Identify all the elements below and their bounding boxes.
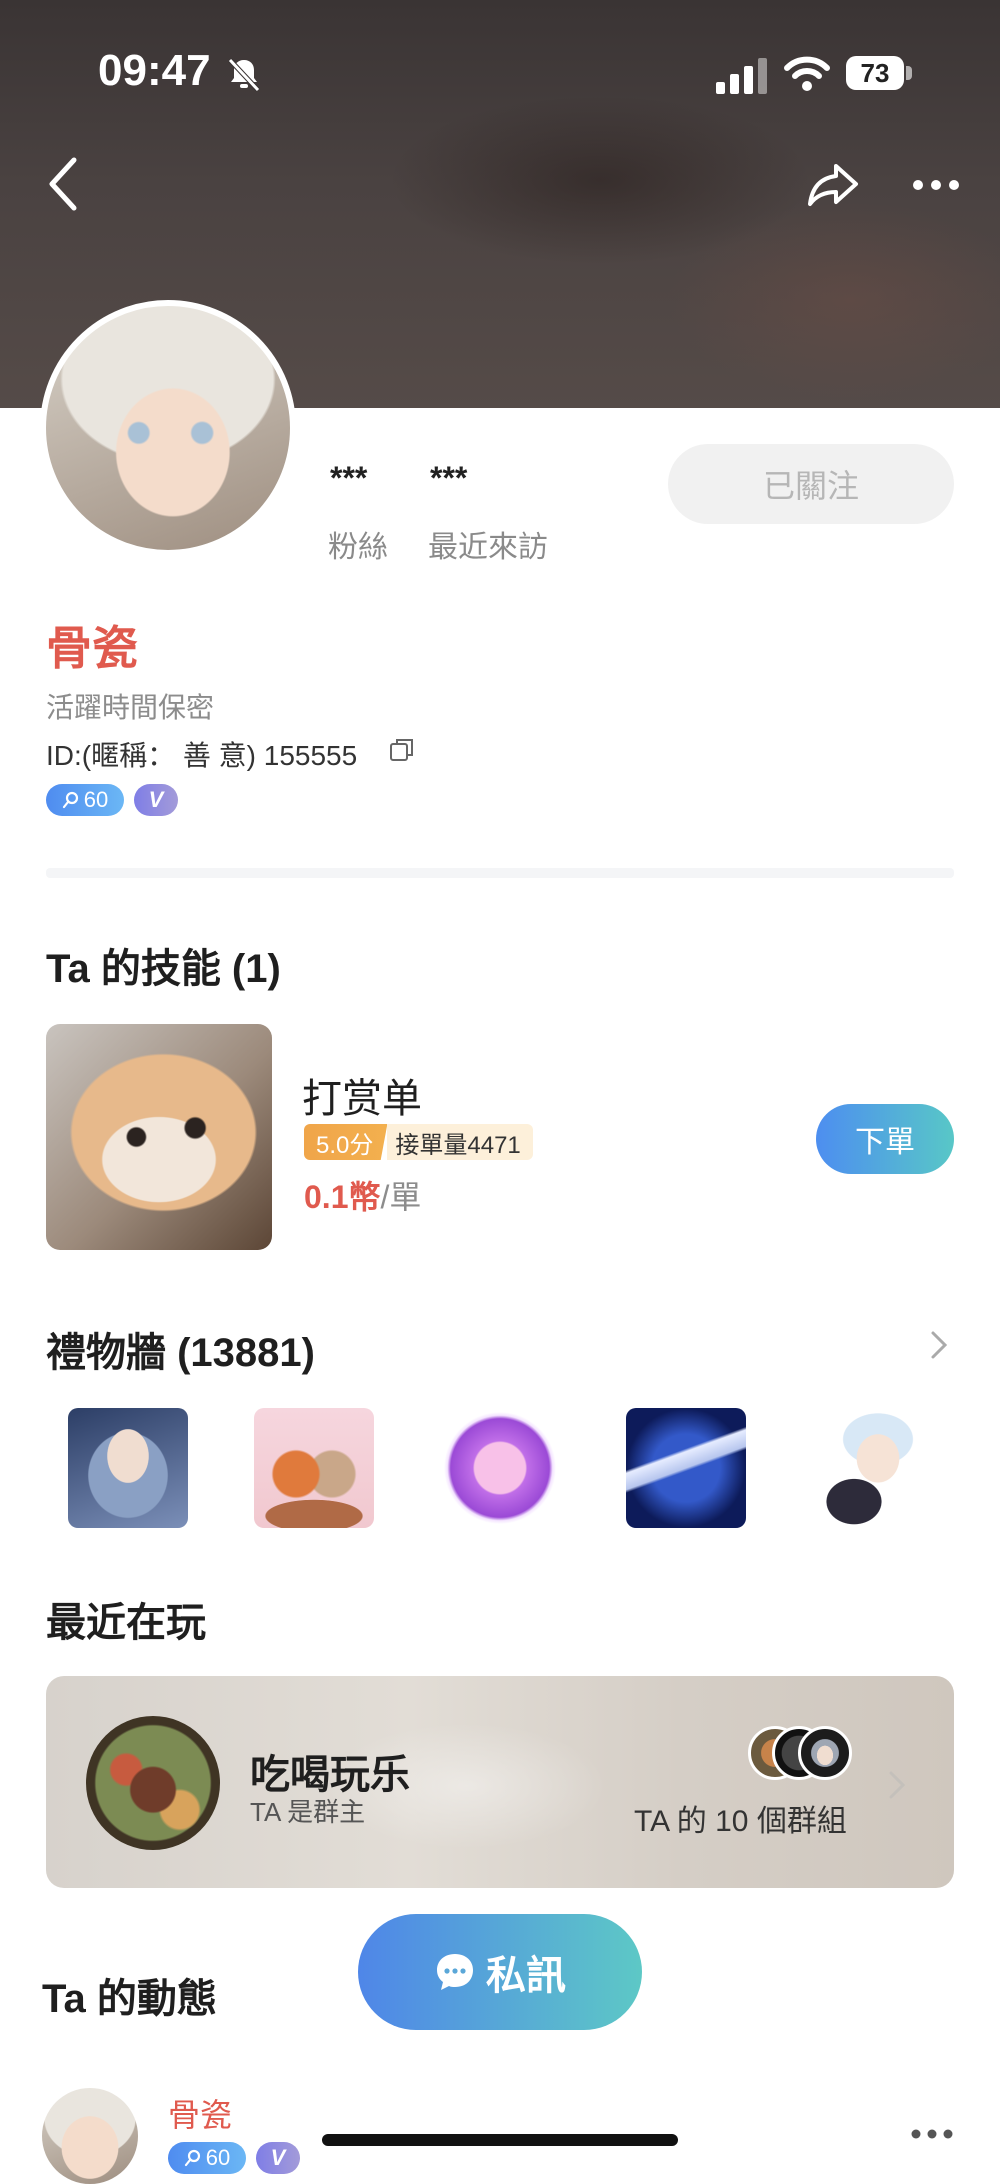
profile-avatar[interactable] [40, 300, 296, 556]
post-level-value: 60 [205, 2145, 231, 2170]
post-author-name[interactable]: 骨瓷 [168, 2090, 232, 2136]
private-message-label: 私訊 [486, 1954, 566, 1998]
signal-icon [716, 58, 767, 94]
level-icon [62, 791, 78, 809]
post-verified-badge: V [256, 2142, 300, 2174]
gift-item[interactable] [626, 1408, 746, 1528]
visits-count: *** [430, 460, 468, 496]
user-id: ID:(暱稱： 善 意) 155555 [46, 740, 358, 771]
group-avatar [798, 1726, 852, 1780]
post-more-icon[interactable] [910, 2124, 954, 2144]
price-unit: /單 [380, 1179, 422, 1215]
group-count: TA 的 10 個群組 [634, 1805, 847, 1838]
battery-tip [906, 66, 912, 80]
gift-wall-title[interactable]: 禮物牆 (13881) [46, 1320, 315, 1378]
chevron-right-icon[interactable] [928, 1328, 950, 1362]
level-badge: 60 [46, 784, 124, 816]
game-role: TA 是群主 [250, 1797, 366, 1827]
skill-image[interactable] [46, 1024, 272, 1250]
price-value: 0.1幣 [304, 1179, 381, 1215]
skill-price: 0.1幣/單 [304, 1172, 421, 1218]
visits-label[interactable]: 最近來訪 [428, 522, 548, 566]
skill-score: 5.0分 [304, 1124, 388, 1160]
active-status: 活躍時間保密 [46, 692, 215, 723]
share-icon[interactable] [806, 162, 860, 208]
gift-item[interactable] [440, 1408, 560, 1528]
copy-icon[interactable] [388, 736, 416, 764]
section-divider [46, 868, 954, 878]
skill-orders: 接單量4471 [387, 1124, 533, 1160]
bell-muted-icon [228, 58, 260, 92]
order-button[interactable]: 下單 [816, 1104, 954, 1174]
chat-bubble-icon [437, 1954, 473, 1990]
chevron-right-icon[interactable] [886, 1768, 908, 1802]
private-message-button[interactable]: 私訊 [358, 1914, 642, 2030]
gift-item[interactable] [68, 1408, 188, 1528]
skill-name: 打赏单 [302, 1077, 422, 1121]
status-time: 09:47 [98, 46, 211, 95]
skill-rating-badge: 5.0分 接單量4471 [304, 1124, 533, 1160]
user-nickname: 骨瓷 [46, 622, 138, 674]
gift-item[interactable] [254, 1408, 374, 1528]
wifi-icon [784, 56, 830, 91]
follow-button[interactable]: 已關注 [668, 444, 954, 524]
feed-title: Ta 的動態 [42, 1977, 217, 2021]
fans-label[interactable]: 粉絲 [328, 522, 388, 566]
gift-item[interactable] [812, 1408, 932, 1528]
home-indicator[interactable] [322, 2134, 678, 2146]
back-icon[interactable] [44, 154, 84, 214]
fans-count: *** [330, 460, 368, 496]
post-author-avatar[interactable] [42, 2088, 138, 2184]
game-avatar [86, 1716, 220, 1850]
more-icon[interactable] [912, 170, 960, 200]
skills-title: Ta 的技能 (1) [46, 947, 281, 991]
recent-play-title: 最近在玩 [46, 1601, 206, 1645]
level-value: 60 [83, 787, 109, 812]
post-level-badge: 60 [168, 2142, 246, 2174]
verified-badge: V [134, 784, 178, 816]
battery-indicator: 73 [846, 56, 904, 90]
level-icon [184, 2149, 200, 2167]
